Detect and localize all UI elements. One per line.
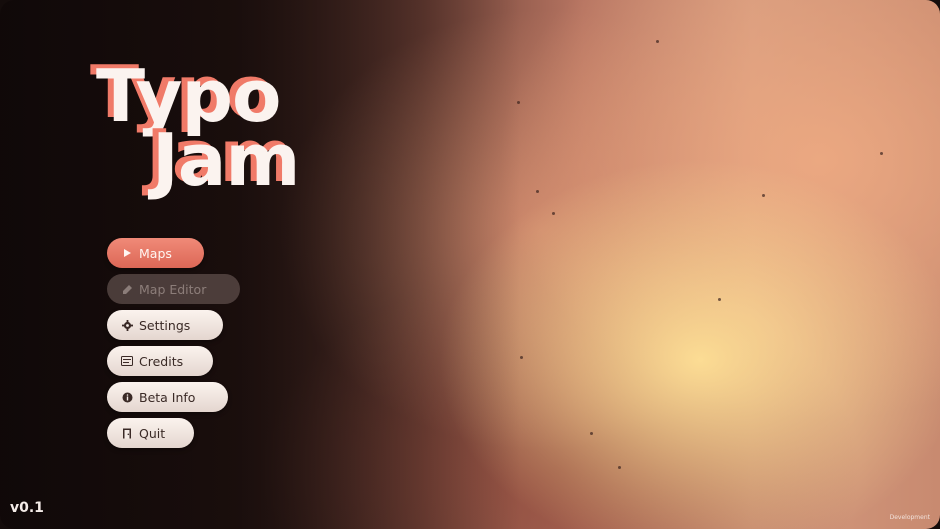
map-editor-button-label: Map Editor — [139, 281, 207, 297]
game-logo: Typo Typo Jam Jam — [90, 56, 352, 202]
dust-speck — [520, 356, 523, 359]
version-label: v0.1 — [10, 500, 44, 516]
maps-button-label: Maps — [139, 245, 172, 261]
settings-button-label: Settings — [139, 317, 191, 333]
beta-info-button[interactable]: Beta Info — [107, 382, 228, 412]
dust-speck — [517, 101, 520, 104]
dust-speck — [552, 212, 555, 215]
quit-button[interactable]: Quit — [107, 418, 194, 448]
dust-speck — [762, 194, 765, 197]
dust-speck — [536, 190, 539, 193]
logo-line-2: Jam — [152, 118, 300, 202]
quit-button-label: Quit — [139, 425, 166, 441]
credits-icon — [121, 355, 133, 367]
title-screen: Typo Typo Jam Jam Maps Map Editor Settin… — [0, 0, 940, 529]
development-watermark: Development — [889, 514, 930, 521]
credits-button[interactable]: Credits — [107, 346, 213, 376]
door-icon — [121, 427, 133, 439]
gear-icon — [121, 319, 133, 331]
maps-button[interactable]: Maps — [107, 238, 204, 268]
credits-button-label: Credits — [139, 353, 184, 369]
settings-button[interactable]: Settings — [107, 310, 223, 340]
dust-speck — [656, 40, 659, 43]
dust-speck — [880, 152, 883, 155]
beta-info-button-label: Beta Info — [139, 389, 196, 405]
map-editor-button[interactable]: Map Editor — [107, 274, 240, 304]
info-icon — [121, 391, 133, 403]
dust-speck — [718, 298, 721, 301]
dust-speck — [618, 466, 621, 469]
play-icon — [121, 247, 133, 259]
dust-speck — [590, 432, 593, 435]
editor-icon — [121, 283, 133, 295]
